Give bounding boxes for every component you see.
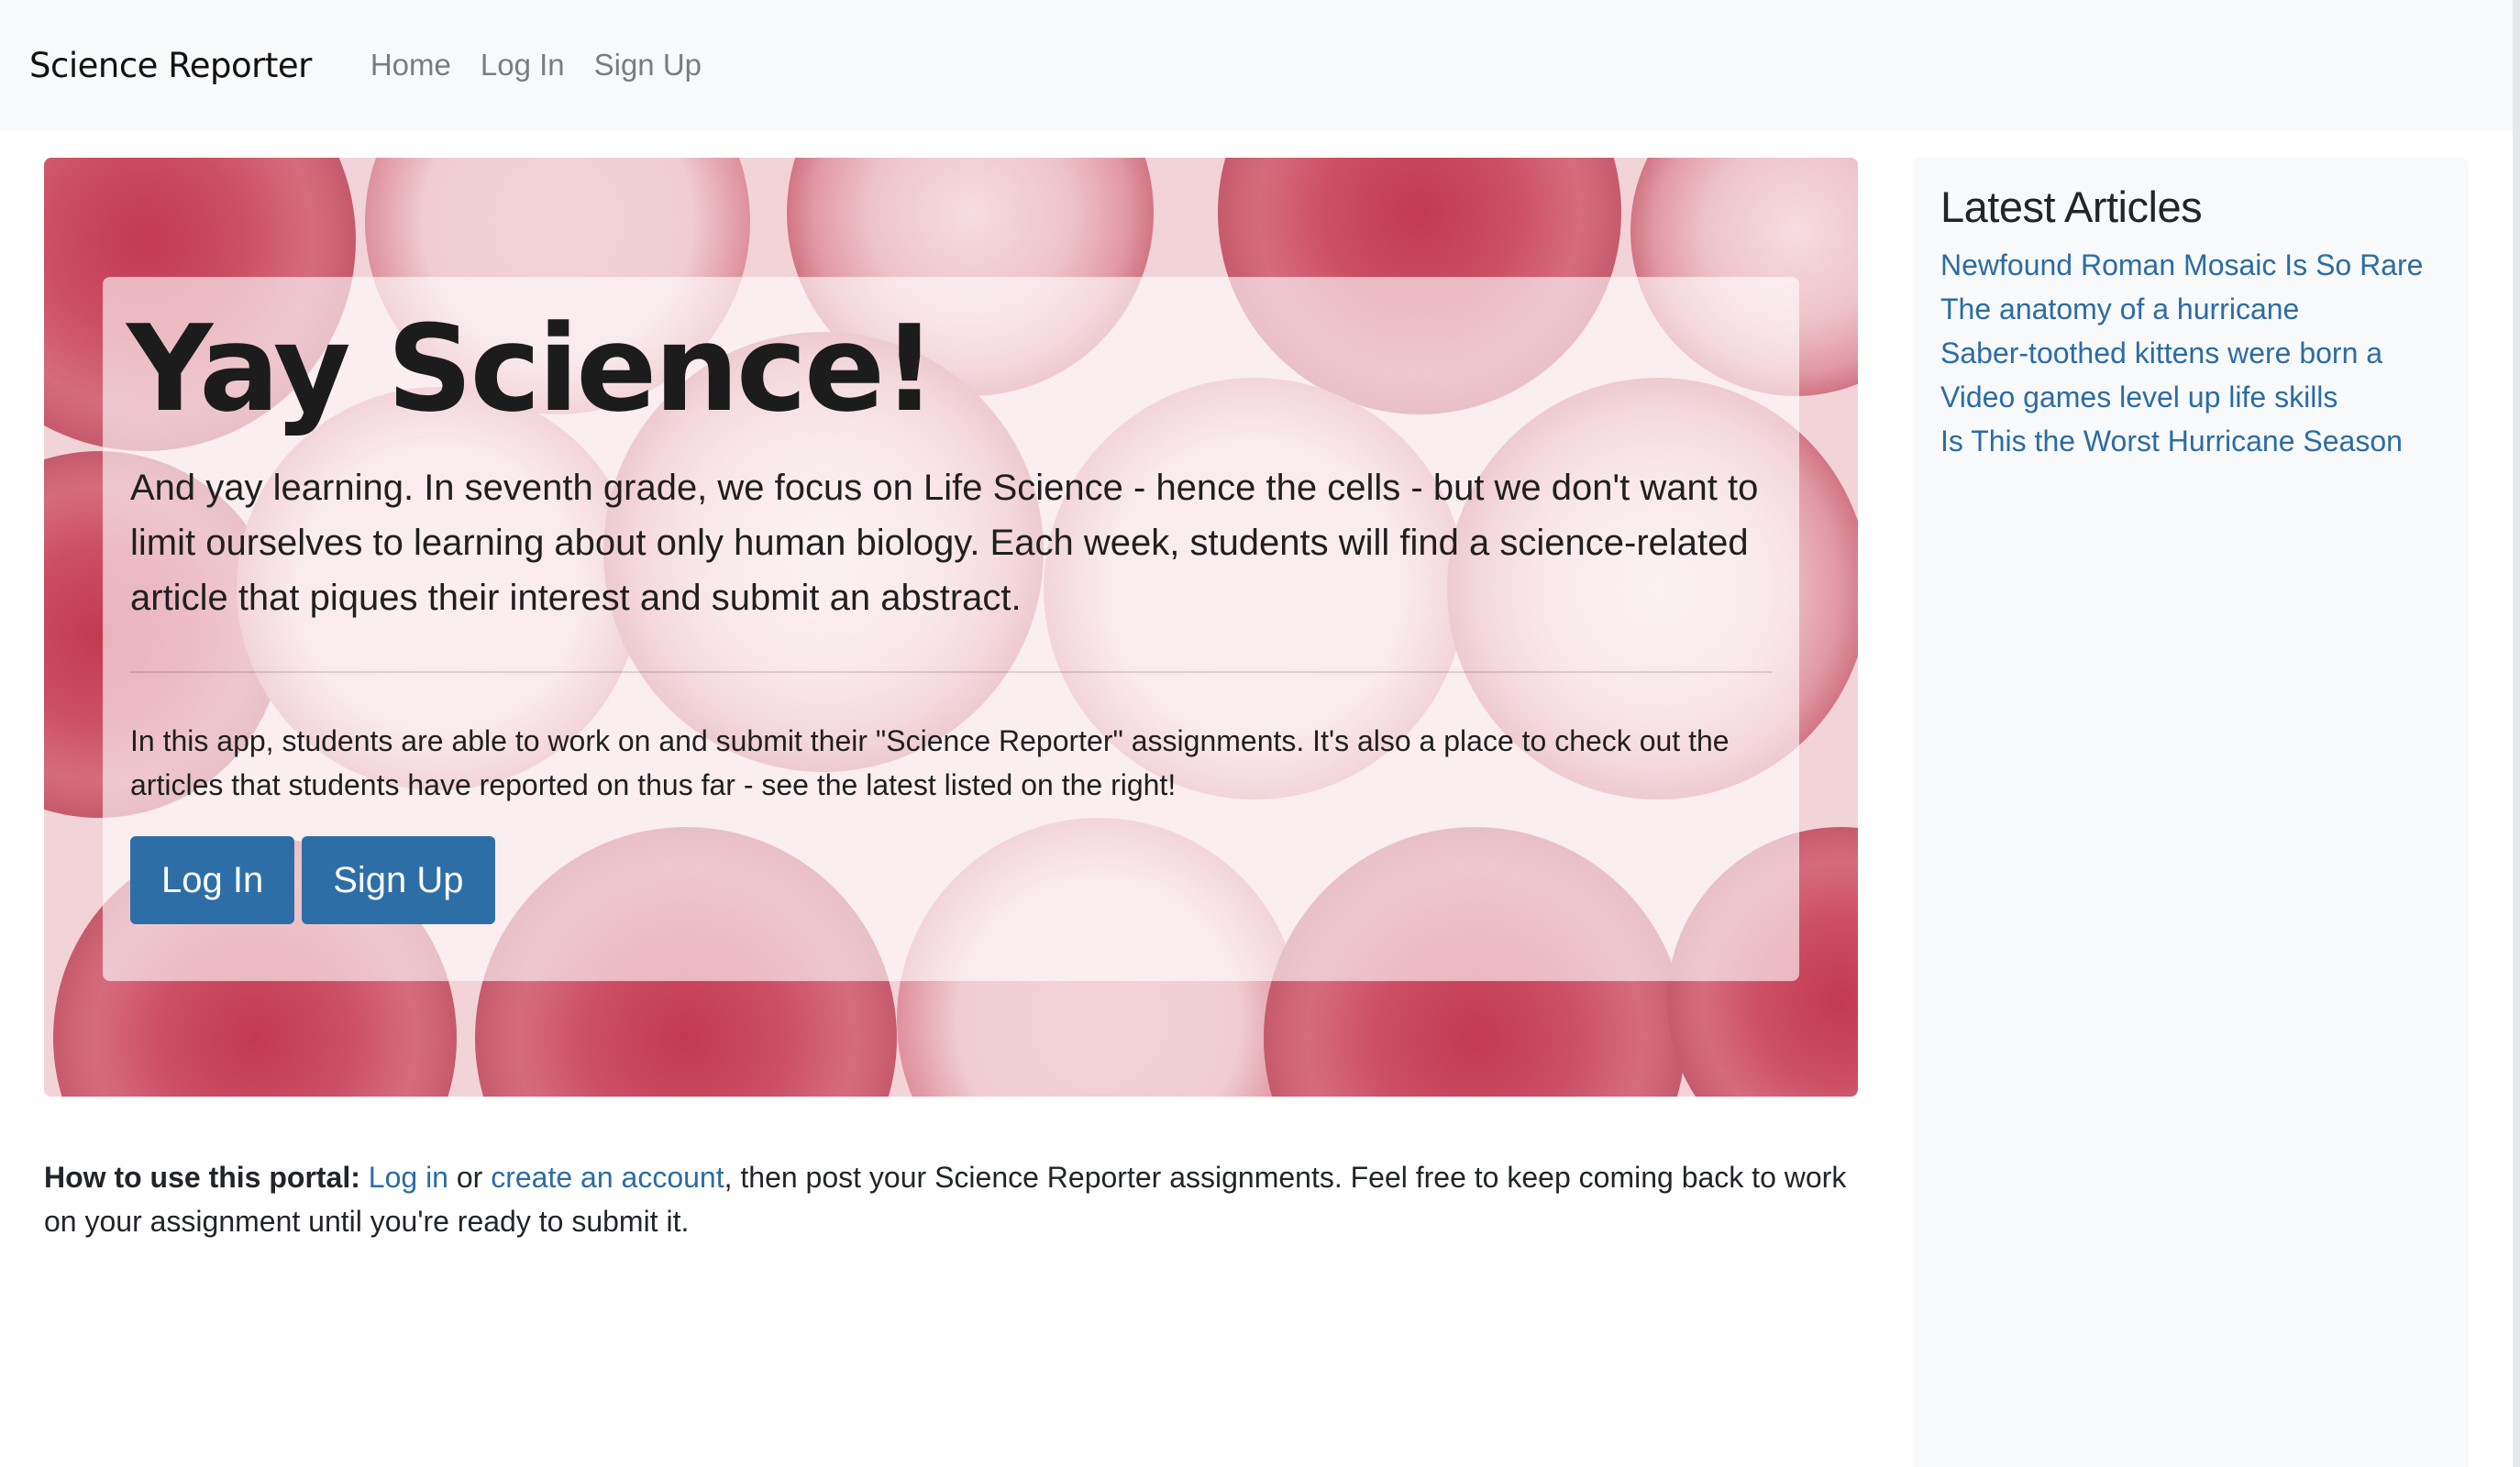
article-link[interactable]: Video games level up life skills [1940,375,2441,419]
hero-body-text: In this app, students are able to work o… [130,724,1730,801]
article-link[interactable]: Saber-toothed kittens were born a [1940,331,2441,375]
navbar: Science Reporter Home Log In Sign Up [0,0,2520,130]
nav-login-link[interactable]: Log In [481,48,565,83]
howto-login-link[interactable]: Log in [369,1161,448,1194]
nav-home-link[interactable]: Home [370,48,451,83]
article-link[interactable]: Is This the Worst Hurricane Season [1940,419,2441,463]
hero-lead-text: And yay learning. In seventh grade, we f… [130,468,1759,618]
hero-button-group: Log In Sign Up [130,836,495,924]
sidebar-latest-articles: Latest Articles Newfound Roman Mosaic Is… [1913,158,2469,1467]
howto-or-text: or [448,1161,492,1194]
howto-label: How to use this portal: [44,1161,360,1194]
sidebar-title: Latest Articles [1940,182,2203,231]
howto-create-account-link[interactable]: create an account [491,1161,724,1194]
howto-paragraph: How to use this portal: Log in or create… [44,1155,1860,1243]
window-edge-scrollbar[interactable] [2513,0,2520,1467]
login-button[interactable]: Log In [130,836,295,924]
hero-divider [130,671,1772,673]
brand-link[interactable]: Science Reporter [29,46,312,85]
hero-jumbotron: Yay Science! And yay learning. In sevent… [44,158,1858,1097]
article-list: Newfound Roman Mosaic Is So Rare The ana… [1940,243,2441,463]
article-link[interactable]: The anatomy of a hurricane [1940,287,2441,331]
signup-button[interactable]: Sign Up [302,836,495,924]
hero-title: Yay Science! [127,299,936,438]
nav-signup-link[interactable]: Sign Up [594,48,702,83]
article-link[interactable]: Newfound Roman Mosaic Is So Rare [1940,243,2441,287]
hero-card: Yay Science! And yay learning. In sevent… [103,277,1799,981]
